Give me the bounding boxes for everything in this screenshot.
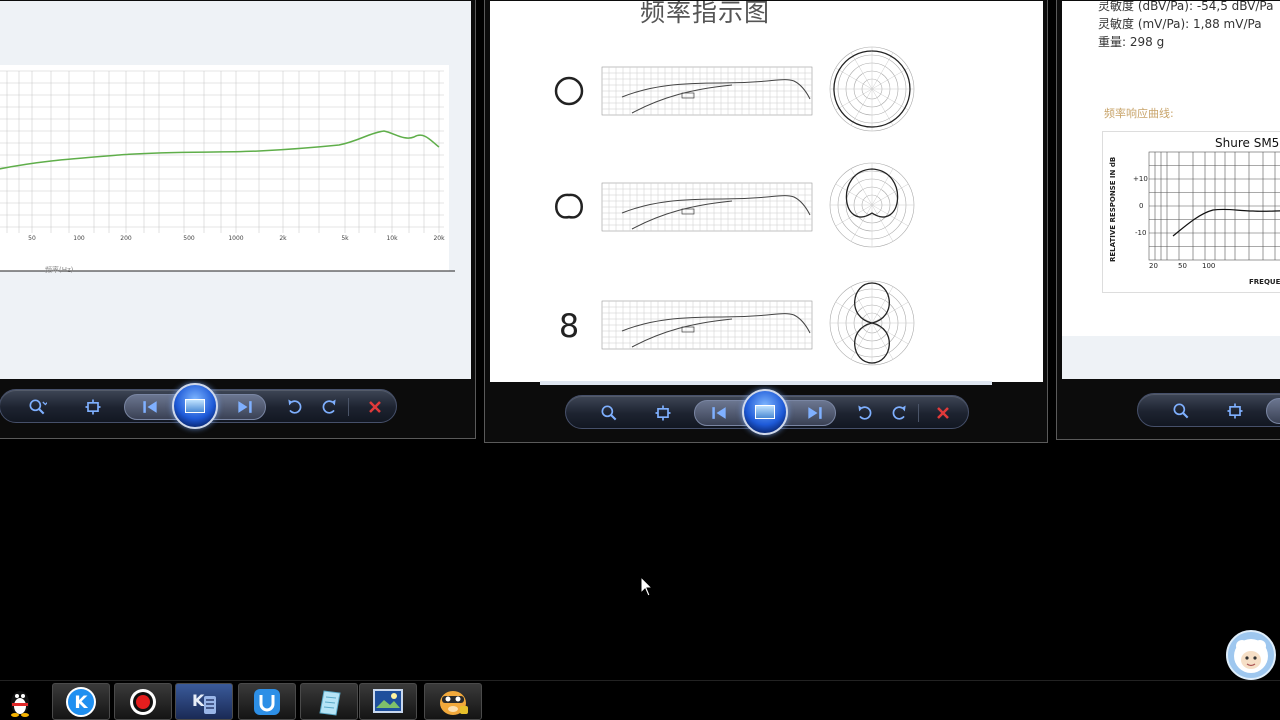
cardioid-symbol: [555, 193, 583, 219]
photo-viewer-icon[interactable]: [359, 683, 417, 720]
delete-icon[interactable]: [362, 395, 388, 419]
polar-pattern-figure: 8: [554, 46, 915, 366]
spec-weight: 重量: 298 g: [1098, 35, 1165, 49]
x-tick: 20: [1149, 262, 1158, 270]
zoom-icon[interactable]: [20, 395, 54, 419]
qq-penguin-icon[interactable]: [0, 683, 40, 720]
slideshow-button[interactable]: [742, 389, 788, 435]
previous-icon[interactable]: [706, 401, 732, 425]
viewer-toolbar-left: [0, 383, 397, 429]
x-tick: 50: [1178, 262, 1187, 270]
desktop: 5010020050010002k5k10k20k 频率(Hz): [0, 0, 1280, 720]
x-tick-label: 50: [28, 235, 36, 242]
slideshow-icon: [185, 399, 205, 413]
mouse-cursor-icon: [640, 576, 654, 597]
x-axis-label: FREQUENCY IN: [1249, 278, 1280, 286]
previous-icon[interactable]: [137, 395, 163, 419]
next-icon[interactable]: [802, 401, 828, 425]
spec-sensitivity-mv: 灵敏度 (mV/Pa): 1,88 mV/Pa: [1098, 17, 1262, 31]
y-tick: +10: [1133, 175, 1148, 183]
shure-chart: Shure SM58 RELATIVE RESPONSE IN dB +10 0…: [1102, 131, 1280, 293]
rotate-cw-icon[interactable]: [316, 395, 342, 419]
fit-window-icon[interactable]: [650, 401, 676, 425]
slideshow-button[interactable]: [172, 383, 218, 429]
image-canvas-left: 50 100 200 500 1000 2k 5k 10k 20k 频率(Hz): [0, 1, 471, 379]
omni-symbol: [554, 76, 584, 106]
x-tick-label: 2k: [279, 235, 287, 242]
viewer-toolbar-right: [1137, 393, 1280, 427]
rotate-ccw-icon[interactable]: [852, 401, 878, 425]
photo-viewer-right[interactable]: 灵敏度 (dBV/Pa): -54,5 dBV/Pa 灵敏度 (mV/Pa): …: [1056, 0, 1280, 440]
photo-viewer-middle[interactable]: 频率指示图 8: [484, 0, 1048, 443]
taskbar: K K: [0, 680, 1280, 720]
svg-text:K: K: [74, 693, 88, 713]
zoom-icon[interactable]: [1164, 399, 1198, 423]
sheep-avatar-icon: [1234, 639, 1268, 673]
delete-icon[interactable]: [930, 401, 956, 425]
next-icon[interactable]: [232, 395, 258, 419]
response-curve: [1172, 208, 1280, 237]
x-tick: 100: [1202, 262, 1215, 270]
x-tick-label: 100: [73, 235, 85, 242]
frequency-response-chart-left: 50 100 200 500 1000 2k 5k 10k 20k 频率(Hz): [0, 65, 455, 274]
keyboard-audio-icon[interactable]: K: [175, 683, 233, 720]
floating-avatar-widget[interactable]: [1226, 630, 1276, 680]
x-axis-caption: 频率(Hz): [45, 265, 74, 274]
svg-text:K: K: [192, 691, 205, 710]
slideshow-icon: [755, 405, 775, 419]
fit-window-icon[interactable]: [1222, 399, 1248, 423]
viewer-toolbar-middle: [565, 389, 969, 435]
y-tick: 0: [1139, 202, 1143, 210]
y-tick: -10: [1135, 229, 1146, 237]
rotate-cw-icon[interactable]: [886, 401, 912, 425]
zoom-icon[interactable]: [592, 401, 626, 425]
spec-sensitivity-dbv: 灵敏度 (dBV/Pa): -54,5 dBV/Pa: [1098, 1, 1274, 13]
photo-viewer-left[interactable]: 50 100 200 500 1000 2k 5k 10k 20k 频率(Hz): [0, 0, 476, 439]
x-tick-label: 200: [120, 235, 132, 242]
game-mascot-icon[interactable]: [424, 683, 482, 720]
record-icon[interactable]: [114, 683, 172, 720]
image-canvas-right: 灵敏度 (dBV/Pa): -54,5 dBV/Pa 灵敏度 (mV/Pa): …: [1062, 1, 1280, 379]
notepad-icon[interactable]: [300, 683, 358, 720]
nav-pill: [1266, 398, 1280, 424]
x-tick-label: 500: [183, 235, 195, 242]
x-tick-label: 10k: [386, 235, 398, 242]
image-canvas-middle: 频率指示图 8: [490, 1, 1043, 382]
x-tick-label: 5k: [341, 235, 349, 242]
uu-icon[interactable]: [238, 683, 296, 720]
fit-window-icon[interactable]: [80, 395, 106, 419]
x-tick-label: 1000: [228, 235, 243, 242]
figure8-symbol: 8: [559, 307, 579, 345]
rotate-ccw-icon[interactable]: [282, 395, 308, 419]
x-tick-label: 20k: [433, 235, 445, 242]
kugou-icon[interactable]: K: [52, 683, 110, 720]
curve-heading: 频率响应曲线:: [1104, 107, 1174, 120]
